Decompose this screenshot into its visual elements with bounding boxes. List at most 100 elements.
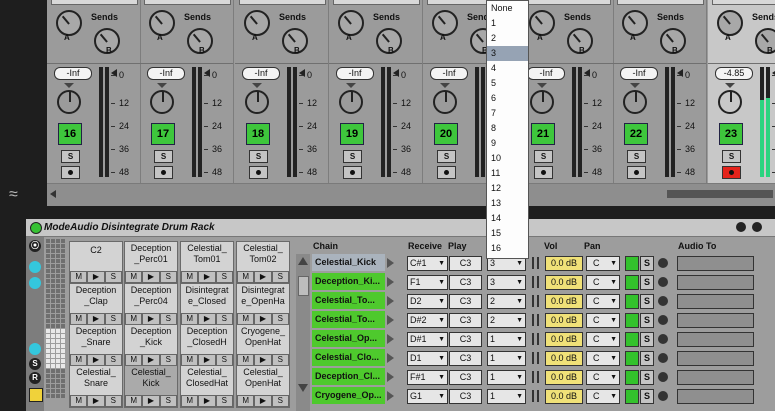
chain-headphone-icon[interactable] — [658, 353, 668, 363]
chain-row[interactable]: Deception_Cl... F#1C3 1 0.0 dBC S — [296, 368, 775, 386]
chain-pan-field[interactable]: C — [586, 389, 620, 404]
audio-to-select[interactable] — [677, 256, 754, 271]
pad-solo-button[interactable]: S — [215, 271, 233, 283]
chain-volume-field[interactable]: 0.0 dB — [545, 294, 583, 309]
chain-volume-field[interactable]: 0.0 dB — [545, 389, 583, 404]
track-activator-button[interactable]: 17 — [151, 123, 175, 145]
play-note-field[interactable]: C3 — [449, 389, 482, 404]
io-toggle-icon[interactable] — [29, 388, 43, 402]
chain-row[interactable]: Celestial_Op... D#1C3 1 0.0 dBC S — [296, 330, 775, 348]
pad-solo-button[interactable]: S — [104, 271, 122, 283]
pad-mute-button[interactable]: M — [125, 395, 143, 407]
chain-name[interactable]: Cryogene_Op... — [312, 387, 385, 404]
chain-name[interactable]: Celestial_Op... — [312, 330, 385, 347]
volume-readout[interactable]: -Inf — [430, 67, 468, 80]
solo-button[interactable]: S — [61, 150, 80, 163]
chain-row[interactable]: Deception_Ki... F1C3 3 0.0 dBC S — [296, 273, 775, 291]
drum-pad[interactable]: Celestial_ Kick M ▶ S — [124, 365, 178, 408]
pan-knob[interactable] — [623, 90, 647, 114]
receive-note-select[interactable]: D#1 — [407, 332, 448, 347]
solo-button[interactable]: S — [534, 150, 553, 163]
receive-note-select[interactable]: D#2 — [407, 313, 448, 328]
dropdown-option[interactable]: 12 — [487, 181, 528, 196]
dropdown-option[interactable]: 8 — [487, 121, 528, 136]
pad-mute-button[interactable]: M — [70, 395, 88, 407]
chain-activator-icon[interactable] — [625, 370, 639, 385]
play-note-field[interactable]: C3 — [449, 313, 482, 328]
play-note-field[interactable]: C3 — [449, 294, 482, 309]
scroll-left-icon[interactable] — [50, 190, 56, 198]
chain-name[interactable]: Deception_Ki... — [312, 273, 385, 290]
drum-pad[interactable]: Deception _Perc04 M ▶ S — [124, 283, 178, 326]
chain-row[interactable]: Celestial_Clo... D1C3 1 0.0 dBC S — [296, 349, 775, 367]
chain-solo-button[interactable]: S — [640, 313, 654, 328]
chain-pan-field[interactable]: C — [586, 332, 620, 347]
return-toggle-button[interactable]: R — [29, 372, 41, 384]
choke-group-select[interactable]: 1 — [487, 370, 526, 385]
choke-group-select[interactable]: 1 — [487, 351, 526, 366]
record-arm-button[interactable] — [437, 166, 456, 179]
chain-scrollbar[interactable] — [296, 254, 310, 411]
track-name-field[interactable] — [524, 0, 611, 5]
dropdown-option[interactable]: 4 — [487, 61, 528, 76]
receive-note-select[interactable]: F1 — [407, 275, 448, 290]
pad-mute-button[interactable]: M — [181, 271, 199, 283]
chain-pan-field[interactable]: C — [586, 275, 620, 290]
drum-pad[interactable]: Deception _Clap M ▶ S — [69, 283, 123, 326]
dropdown-option[interactable]: 5 — [487, 76, 528, 91]
pad-solo-button[interactable]: S — [104, 395, 122, 407]
choke-group-select[interactable]: 2 — [487, 313, 526, 328]
play-note-field[interactable]: C3 — [449, 256, 482, 271]
audio-to-select[interactable] — [677, 351, 754, 366]
play-dropdown-menu[interactable]: None 1 2 3 4 5 6 7 8 9 10 11 12 13 14 15 16 — [486, 0, 529, 259]
solo-button[interactable]: S — [249, 150, 268, 163]
chain-activator-icon[interactable] — [625, 351, 639, 366]
dropdown-option[interactable]: 2 — [487, 31, 528, 46]
chain-list-toggle-icon[interactable] — [29, 277, 41, 289]
audio-to-select[interactable] — [677, 294, 754, 309]
chain-row[interactable]: Celestial_KickC#1C330.0 dBCS — [296, 254, 775, 272]
track-activator-button[interactable]: 19 — [340, 123, 364, 145]
pan-knob[interactable] — [245, 90, 269, 114]
volume-readout[interactable]: -4.85 — [715, 67, 753, 80]
receive-note-select[interactable]: F#1 — [407, 370, 448, 385]
rack-chain-icon[interactable]: ⦿ — [29, 240, 41, 252]
chain-pan-field[interactable]: C — [586, 370, 620, 385]
chain-activator-icon[interactable] — [625, 275, 639, 290]
track-name-field[interactable] — [333, 0, 420, 5]
drum-pad[interactable]: Disintegrat e_OpenHa M ▶ S — [236, 283, 290, 326]
chain-volume-field[interactable]: 0.0 dB — [545, 370, 583, 385]
choke-group-select[interactable]: 3 — [487, 275, 526, 290]
receive-note-select[interactable]: G1 — [407, 389, 448, 404]
choke-group-select[interactable]: 2 — [487, 294, 526, 309]
chain-volume-field[interactable]: 0.0 dB — [545, 275, 583, 290]
pad-mute-button[interactable]: M — [70, 271, 88, 283]
record-arm-button[interactable] — [534, 166, 553, 179]
volume-readout[interactable]: -Inf — [527, 67, 565, 80]
chain-preview-icon[interactable] — [387, 372, 394, 382]
pad-solo-button[interactable]: S — [159, 395, 177, 407]
audio-to-select[interactable] — [677, 332, 754, 347]
dropdown-option[interactable]: 14 — [487, 211, 528, 226]
drum-pad[interactable]: Cryogene_ OpenHat M ▶ S — [236, 324, 290, 367]
chain-headphone-icon[interactable] — [658, 258, 668, 268]
pad-overview-grid[interactable] — [45, 239, 67, 399]
chain-name[interactable]: Celestial_To... — [312, 292, 385, 309]
dropdown-option[interactable]: 16 — [487, 241, 528, 256]
chain-preview-icon[interactable] — [387, 334, 394, 344]
play-note-field[interactable]: C3 — [449, 351, 482, 366]
pad-preview-button[interactable]: ▶ — [87, 395, 105, 407]
dropdown-option[interactable]: 3 — [487, 46, 528, 61]
chain-name[interactable]: Celestial_To... — [312, 311, 385, 328]
chain-pan-field[interactable]: C — [586, 294, 620, 309]
volume-readout[interactable]: -Inf — [620, 67, 658, 80]
chain-preview-icon[interactable] — [387, 258, 394, 268]
pan-knob[interactable] — [433, 90, 457, 114]
dropdown-option[interactable]: 6 — [487, 91, 528, 106]
chain-solo-button[interactable]: S — [640, 256, 654, 271]
play-note-field[interactable]: C3 — [449, 370, 482, 385]
pad-preview-button[interactable]: ▶ — [254, 271, 272, 283]
dropdown-option[interactable]: 13 — [487, 196, 528, 211]
track-name-field[interactable] — [239, 0, 326, 5]
chain-name[interactable]: Celestial_Kick — [312, 254, 385, 271]
